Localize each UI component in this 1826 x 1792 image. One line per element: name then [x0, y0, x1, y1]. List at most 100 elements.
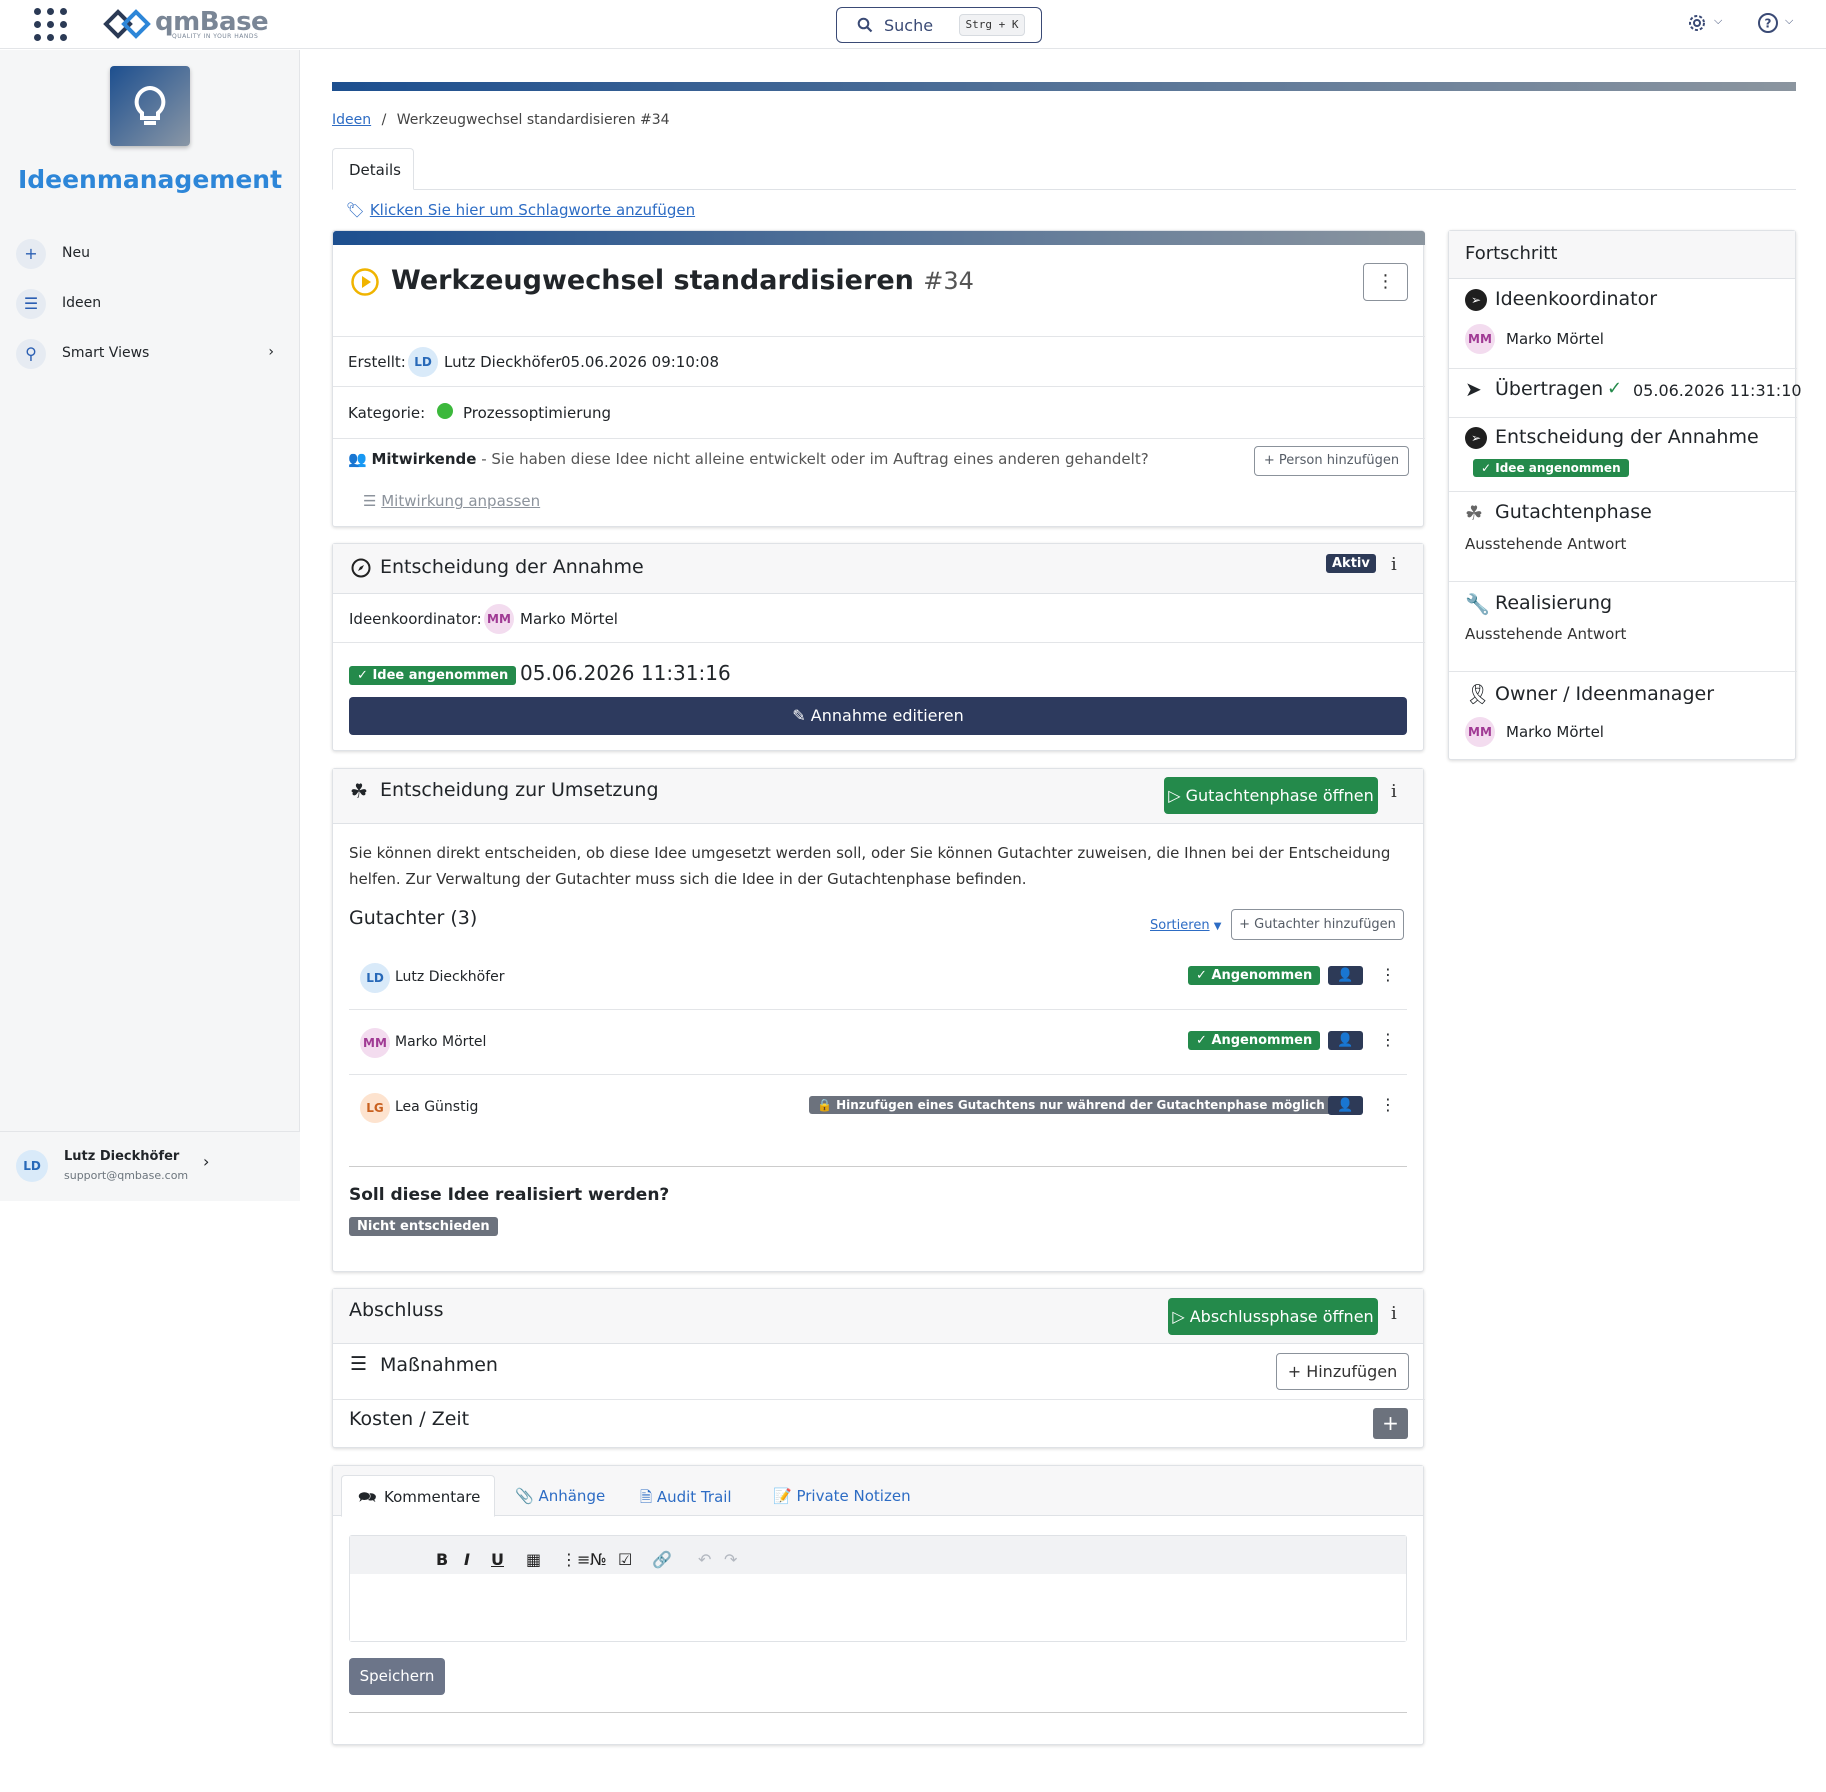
reviewer-status-badge: ✓ Angenommen	[1188, 1031, 1321, 1050]
settings-menu[interactable]: ⌵	[1686, 12, 1726, 38]
app-title: Ideenmanagement	[17, 165, 283, 194]
divider	[333, 336, 1425, 337]
bold-icon[interactable]: B	[436, 1550, 448, 1569]
user-role-icon[interactable]: 👤	[1328, 966, 1363, 985]
info-icon[interactable]: i	[1391, 781, 1397, 802]
tab-private-notes[interactable]: 📝 Private Notizen	[773, 1487, 911, 1505]
contributors-hint: - Sie haben diese Idee nicht alleine ent…	[476, 450, 1149, 468]
sidebar-item-label: Smart Views	[62, 345, 150, 361]
add-measure-button[interactable]: + Hinzufügen	[1276, 1353, 1409, 1390]
undo-icon[interactable]: ↶	[698, 1550, 711, 1569]
redo-icon[interactable]: ↷	[724, 1550, 737, 1569]
user-role-icon[interactable]: 👤	[1328, 1031, 1363, 1050]
search-label: Suche	[884, 16, 934, 35]
editor-toolbar	[350, 1536, 1406, 1574]
adjust-contribution-link[interactable]: ☰ Mitwirkung anpassen	[363, 492, 540, 510]
created-at: 05.06.2026 09:10:08	[561, 353, 720, 371]
editor-content[interactable]	[350, 1574, 1406, 1641]
user-profile[interactable]: LD Lutz Dieckhöfer support@qmbase.com ›	[0, 1131, 300, 1201]
reviewer-name[interactable]: Lea Günstig	[395, 1099, 478, 1115]
avatar: MM	[484, 604, 514, 634]
divider	[333, 1399, 1425, 1400]
breadcrumb-current: Werkzeugwechsel standardisieren #34	[396, 112, 670, 128]
sidebar-item-label: Ideen	[62, 295, 102, 311]
progress-step-person: Marko Mörtel	[1506, 723, 1604, 741]
tab-attachments[interactable]: 📎 Anhänge	[515, 1487, 605, 1505]
divider	[349, 1074, 1407, 1075]
coordinator-name[interactable]: Marko Mörtel	[520, 610, 618, 628]
add-tags-link[interactable]: 🏷 Klicken Sie hier um Schlagworte anzufü…	[346, 201, 695, 219]
more-vertical-icon[interactable]: ⋮	[1380, 965, 1396, 984]
search-button[interactable]: Suche Strg + K	[836, 7, 1042, 43]
realize-status-badge: Nicht entschieden	[349, 1217, 498, 1236]
decision-badge: ✓ Idee angenommen	[349, 666, 517, 685]
idea-card: Werkzeugwechsel standardisieren #34 ⋮ Er…	[332, 230, 1425, 527]
edit-acceptance-button[interactable]: ✎ Annahme editieren	[349, 697, 1407, 735]
sidebar-item-smart-views[interactable]: ⚲ Smart Views ›	[14, 338, 284, 370]
avatar: LD	[360, 963, 390, 993]
tab-audit-trail[interactable]: 🗎 Audit Trail	[640, 1487, 732, 1512]
sort-dropdown[interactable]: Sortieren ▼	[1150, 918, 1221, 933]
acceptance-title: Entscheidung der Annahme	[380, 556, 644, 578]
created-by[interactable]: Lutz Dieckhöfer	[444, 353, 561, 371]
add-cost-button[interactable]: +	[1373, 1408, 1408, 1439]
search-icon: ⚲	[16, 339, 46, 369]
italic-icon[interactable]: I	[464, 1550, 470, 1569]
implementation-card: ☘ Entscheidung zur Umsetzung ▷ Gutachten…	[332, 768, 1424, 1272]
tab-comments[interactable]: 🗪 Kommentare	[341, 1475, 495, 1517]
tab-label: Kommentare	[384, 1488, 481, 1506]
reviewer-name[interactable]: Lutz Dieckhöfer	[395, 969, 505, 985]
implementation-description: Sie können direkt entscheiden, ob diese …	[349, 844, 1391, 888]
tab-details[interactable]: Details	[332, 148, 414, 190]
link-icon[interactable]: 🔗	[652, 1550, 672, 1569]
sidebar-item-neu[interactable]: + Neu	[14, 238, 284, 270]
qmbase-logo-icon[interactable]	[102, 8, 152, 40]
apps-grid-icon[interactable]	[34, 8, 68, 42]
comments-icon: 🗪	[358, 1488, 377, 1506]
add-person-button[interactable]: + Person hinzufügen	[1254, 446, 1409, 476]
gear-icon	[1689, 15, 1705, 31]
comments-card: 🗪 Kommentare 📎 Anhänge 🗎 Audit Trail 📝 P…	[332, 1465, 1424, 1745]
progress-title: Fortschritt	[1465, 243, 1558, 264]
add-reviewer-button[interactable]: + Gutachter hinzufügen	[1231, 909, 1404, 940]
add-measure-label: Hinzufügen	[1306, 1362, 1398, 1381]
cost-time-title: Kosten / Zeit	[349, 1408, 470, 1430]
help-menu[interactable]: ? ⌵	[1757, 12, 1797, 38]
app-tile[interactable]	[110, 66, 190, 146]
play-circle-icon	[351, 268, 379, 296]
info-icon[interactable]: i	[1391, 1303, 1397, 1324]
open-closing-phase-button[interactable]: ▷ Abschlussphase öffnen	[1168, 1298, 1378, 1335]
check-icon: ✓	[1607, 378, 1623, 399]
plus-icon: +	[1287, 1362, 1302, 1381]
breadcrumb: Ideen / Werkzeugwechsel standardisieren …	[332, 112, 670, 128]
compass-icon: ➢	[1465, 427, 1487, 449]
save-comment-button[interactable]: Speichern	[349, 1658, 445, 1695]
idea-menu-button[interactable]: ⋮	[1363, 263, 1408, 301]
card-gradient-bar	[333, 231, 1425, 245]
checklist-icon[interactable]: ☑	[618, 1550, 632, 1569]
more-vertical-icon[interactable]: ⋮	[1380, 1030, 1396, 1049]
underline-icon[interactable]: U	[491, 1550, 504, 1569]
decision-badge-label: Idee angenommen	[372, 668, 509, 683]
adjust-contribution-label: Mitwirkung anpassen	[381, 492, 541, 510]
paper-plane-icon: ➤	[1465, 377, 1482, 401]
cubes-icon: ☘	[1465, 501, 1483, 525]
reviewer-status: Angenommen	[1211, 1033, 1313, 1048]
reviewer-name[interactable]: Marko Mörtel	[395, 1034, 486, 1050]
user-role-icon[interactable]: 👤	[1328, 1096, 1363, 1115]
info-icon[interactable]: i	[1391, 554, 1397, 575]
logo-tagline: QUALITY IN YOUR HANDS	[172, 33, 259, 40]
more-vertical-icon[interactable]: ⋮	[1380, 1095, 1396, 1114]
progress-step-badge: ✓ Idee angenommen	[1473, 459, 1629, 477]
category-label: Kategorie:	[348, 404, 426, 422]
table-icon[interactable]: ▦	[526, 1550, 541, 1569]
compass-icon	[351, 558, 371, 578]
breadcrumb-link-ideen[interactable]: Ideen	[332, 112, 371, 128]
open-review-phase-button[interactable]: ▷ Gutachtenphase öffnen	[1164, 777, 1378, 814]
check-icon: ✓	[1481, 461, 1492, 475]
sidebar-item-ideen[interactable]: ☰ Ideen	[14, 288, 284, 320]
progress-step-person: Marko Mörtel	[1506, 330, 1604, 348]
header-gradient-bar	[332, 82, 1796, 91]
bullet-list-icon[interactable]: ⋮≡	[561, 1550, 590, 1569]
numbered-list-icon[interactable]: №	[590, 1550, 607, 1569]
